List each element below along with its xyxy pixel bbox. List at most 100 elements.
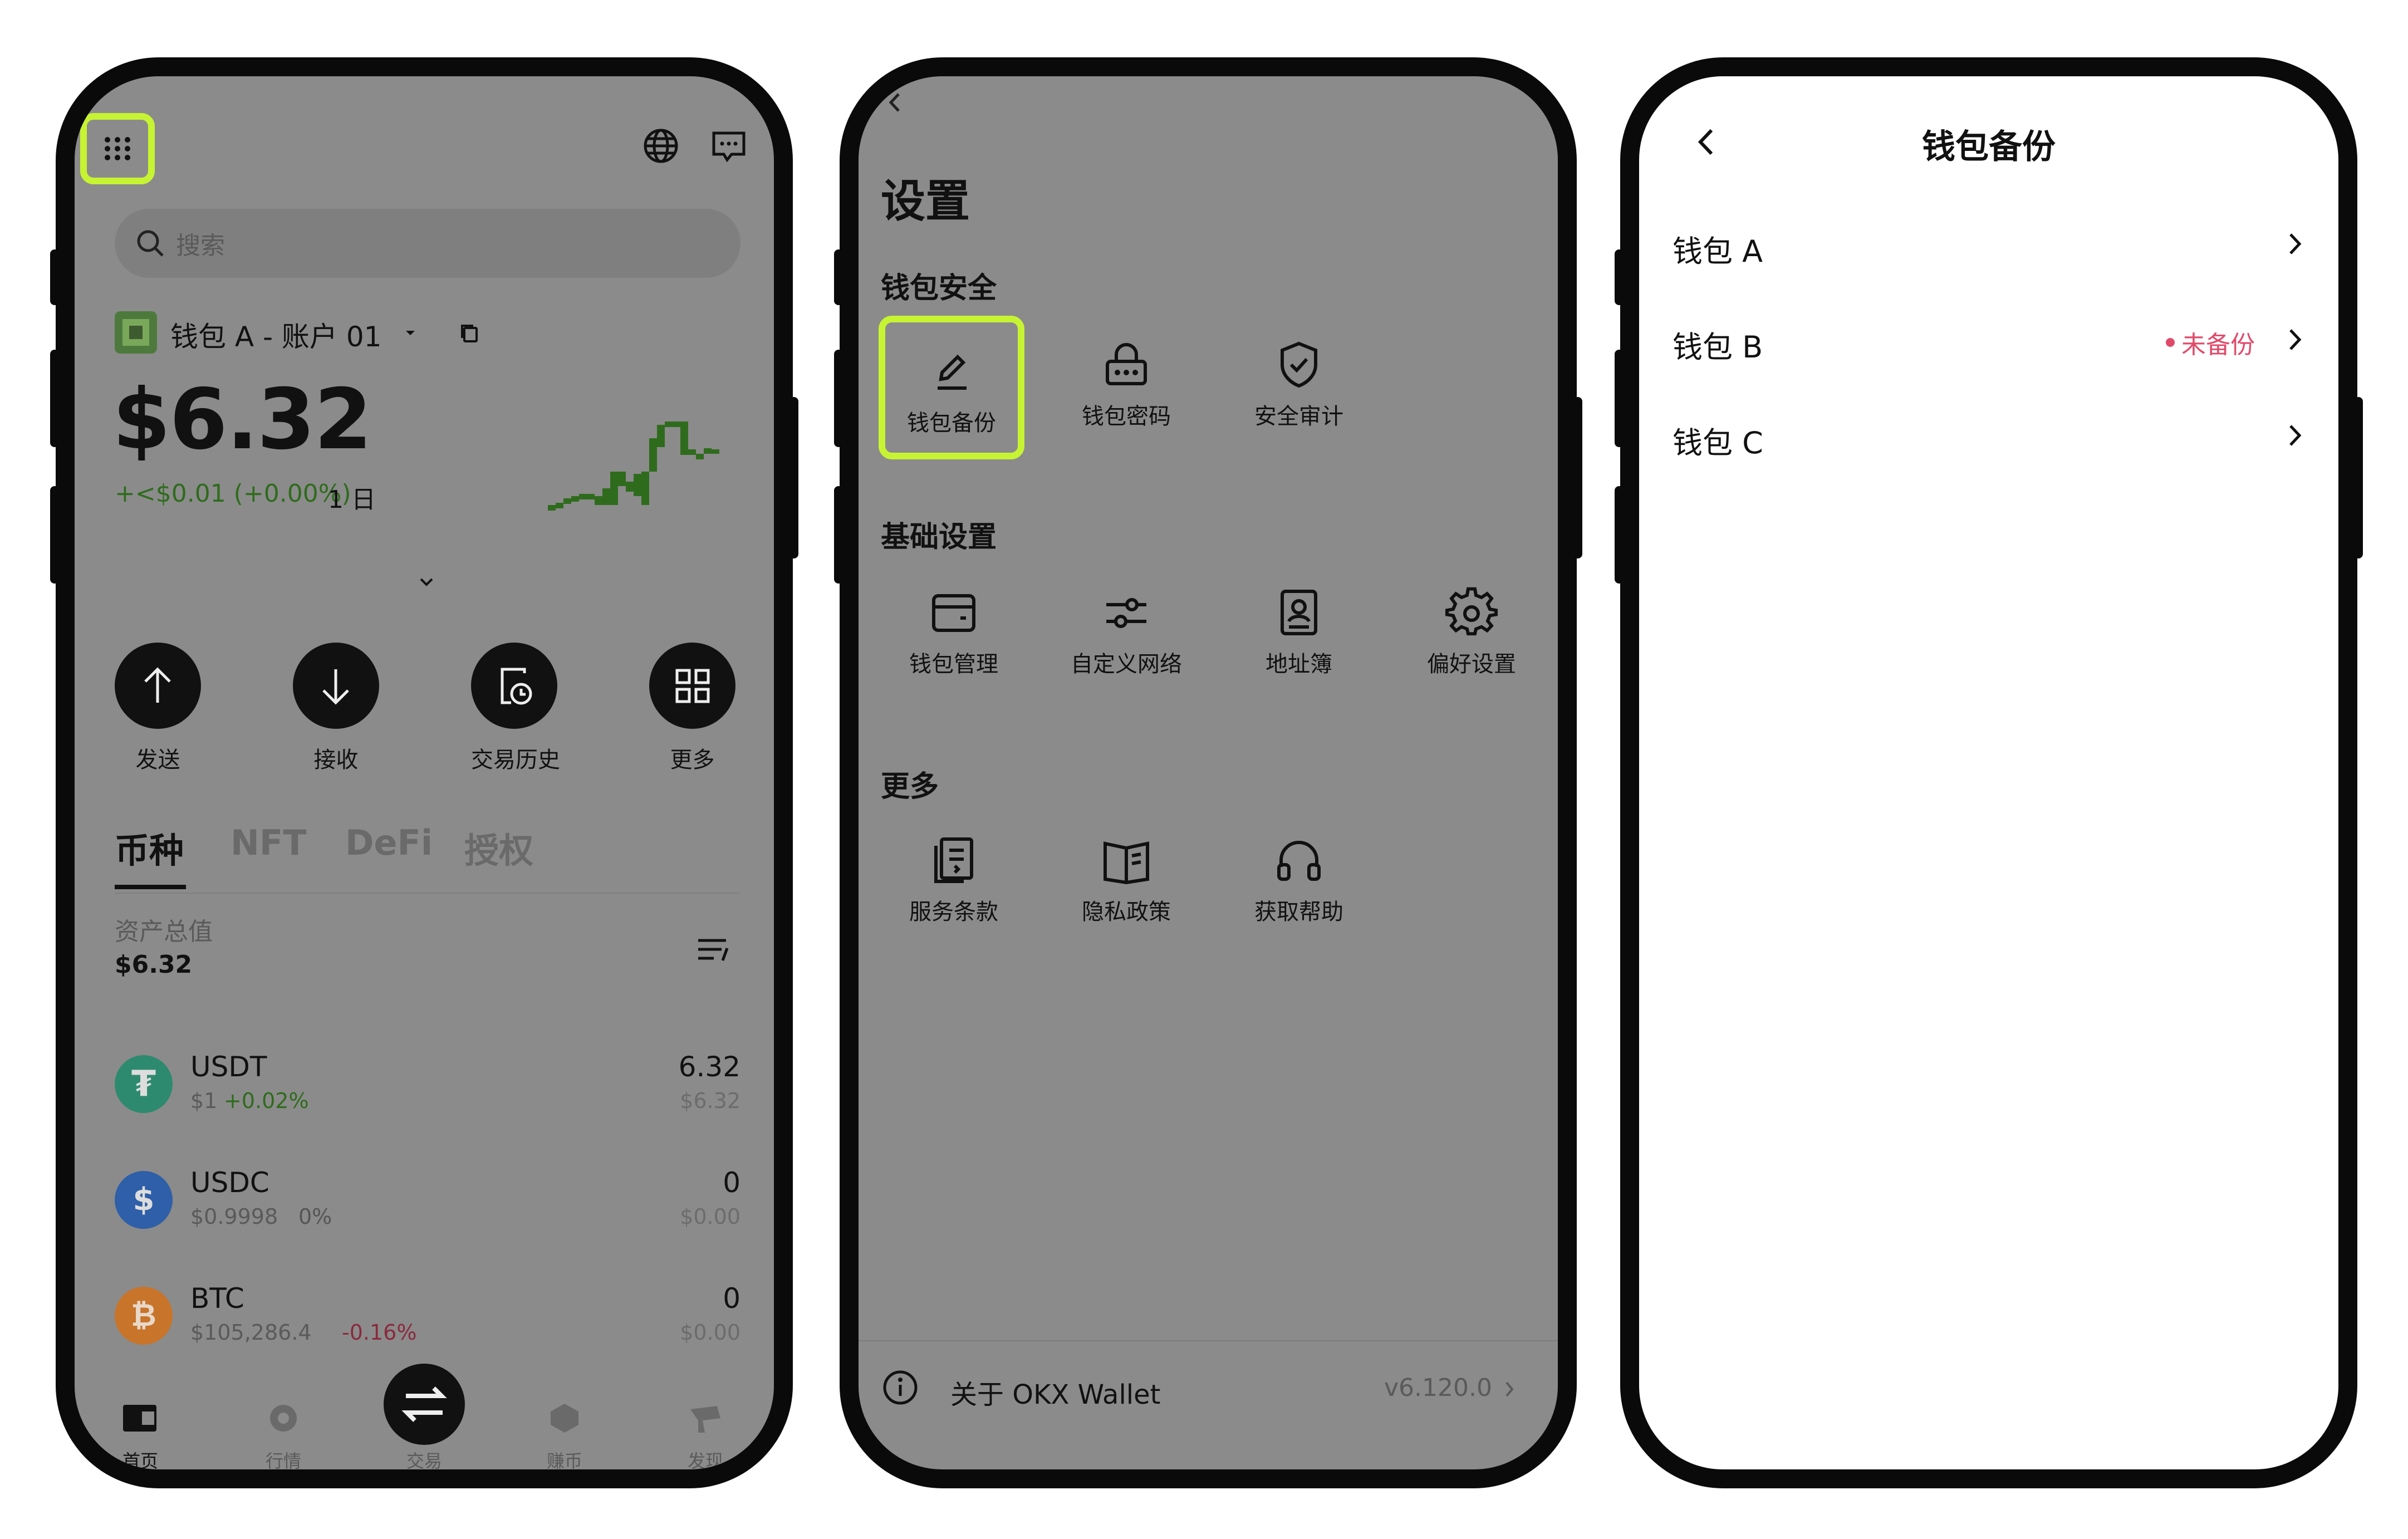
tab-tokens[interactable]: 币种: [115, 822, 184, 873]
tab-nft[interactable]: NFT: [230, 822, 307, 863]
gear-icon: [1445, 587, 1498, 636]
total-assets-label: 资产总值: [115, 918, 213, 946]
wallet-management-button[interactable]: 钱包管理: [881, 569, 1027, 703]
tab-defi[interactable]: DeFi: [345, 822, 433, 863]
token-row[interactable]: ₿ BTC $105,286.4 -0.16% 0 $0.00: [115, 1277, 740, 1355]
nav-earn[interactable]: 赚币: [545, 1447, 584, 1469]
copy-icon[interactable]: [458, 321, 482, 346]
book-icon: [1104, 841, 1149, 885]
action-label: 发送: [135, 747, 180, 773]
phone-wallet-home: 搜索 钱包 A - 账户 01 $6.32 +<$0.01 (+0.00%) 1…: [50, 57, 798, 1488]
side-button: [1615, 249, 1624, 305]
tab-approvals[interactable]: 授权: [464, 822, 533, 873]
market-icon[interactable]: [264, 1401, 303, 1435]
period-selector[interactable]: 1 日: [328, 479, 376, 515]
privacy-policy-button[interactable]: 隐私政策: [1053, 817, 1199, 950]
token-value: $6.32: [680, 1089, 740, 1113]
wallet-selector[interactable]: 钱包 A - 账户 01: [170, 315, 381, 355]
nav-market[interactable]: 行情: [264, 1447, 303, 1469]
token-amount: 0: [723, 1166, 740, 1199]
divider: [115, 893, 740, 894]
trade-button[interactable]: [384, 1364, 465, 1445]
wallet-name: 钱包 C: [1673, 425, 1763, 460]
wallet-home-icon[interactable]: [121, 1401, 160, 1435]
wallet-name: 钱包 A: [1673, 234, 1763, 269]
wallet-row[interactable]: 钱包 A: [1673, 210, 2307, 277]
arrow-down-icon: [322, 669, 349, 705]
settings-item-label: 获取帮助: [1254, 899, 1343, 925]
section-title: 更多: [881, 770, 939, 803]
wallet-row[interactable]: 钱包 B 未备份: [1673, 306, 2307, 373]
wallet-row[interactable]: 钱包 C: [1673, 401, 2307, 468]
settings-item-label: 安全审计: [1254, 404, 1343, 429]
token-change: 0%: [298, 1204, 332, 1229]
page-title: 钱包备份: [1922, 128, 2056, 166]
security-audit-button[interactable]: 安全审计: [1226, 321, 1372, 455]
about-row[interactable]: 关于 OKX Wallet v6.120.0: [859, 1351, 1558, 1424]
token-value: $0.00: [680, 1320, 740, 1345]
total-assets-value: $6.32: [115, 950, 193, 979]
preferences-button[interactable]: 偏好设置: [1399, 569, 1544, 703]
caret-down-icon[interactable]: [402, 325, 419, 341]
more-button[interactable]: [649, 643, 735, 729]
about-label: 关于 OKX Wallet: [950, 1379, 1161, 1410]
custom-network-button[interactable]: 自定义网络: [1053, 569, 1199, 703]
swap-arrows-icon: [401, 1386, 447, 1422]
warning-dot: [2166, 338, 2175, 347]
grid-icon: [675, 669, 710, 703]
terms-of-service-button[interactable]: 服务条款: [881, 817, 1027, 950]
side-button: [1573, 397, 1582, 558]
side-button: [1615, 350, 1624, 447]
side-button: [50, 350, 59, 447]
chevron-down-icon[interactable]: [415, 575, 438, 591]
token-price: $105,286.4: [190, 1320, 312, 1345]
sort-icon[interactable]: [694, 934, 733, 967]
side-button: [834, 486, 843, 584]
nav-home[interactable]: 首页: [121, 1447, 160, 1469]
earn-icon[interactable]: [545, 1401, 584, 1435]
wallet-backup-button[interactable]: 钱包备份: [879, 316, 1024, 459]
menu-button[interactable]: [80, 113, 155, 184]
token-amount: 0: [723, 1282, 740, 1315]
sliders-icon: [1106, 598, 1146, 628]
back-icon[interactable]: [881, 89, 909, 116]
wallet-backup-screen: 钱包备份 钱包 A 钱包 B 未备份 钱包 C: [1639, 76, 2338, 1469]
headset-icon: [1277, 841, 1321, 881]
search-bar[interactable]: 搜索: [115, 209, 740, 278]
side-button: [1615, 486, 1624, 584]
settings-item-label: 偏好设置: [1427, 651, 1516, 677]
message-icon[interactable]: [709, 126, 748, 165]
settings-item-label: 钱包管理: [909, 651, 998, 677]
total-balance: $6.32: [112, 371, 372, 468]
wallet-name: 钱包 B: [1673, 330, 1763, 365]
side-button: [834, 249, 843, 305]
settings-item-label: 自定义网络: [1071, 651, 1182, 677]
version-label: v6.120.0: [1384, 1374, 1492, 1402]
receive-button[interactable]: [293, 643, 379, 729]
token-row[interactable]: $ USDC $0.9998 0% 0 $0.00: [115, 1161, 740, 1239]
token-row[interactable]: ₮ USDT $1 +0.02% 6.32 $6.32: [115, 1045, 740, 1123]
send-button[interactable]: [115, 643, 201, 729]
settings-screen: 设置 钱包安全 钱包备份 钱包密码 安全审计 基础设置 钱包管理 自定义网络 地…: [859, 76, 1558, 1469]
settings-item-label: 服务条款: [909, 899, 998, 925]
token-price: $0.9998: [190, 1204, 278, 1229]
discover-icon[interactable]: [686, 1401, 725, 1435]
history-icon: [501, 668, 532, 705]
phone-settings: 设置 钱包安全 钱包备份 钱包密码 安全审计 基础设置 钱包管理 自定义网络 地…: [834, 57, 1582, 1488]
page-title: 设置: [881, 175, 970, 227]
get-help-button[interactable]: 获取帮助: [1226, 817, 1372, 950]
globe-icon[interactable]: [641, 126, 680, 165]
action-label: 接收: [313, 747, 359, 773]
wallet-password-button[interactable]: 钱包密码: [1053, 321, 1199, 455]
token-name: BTC: [190, 1282, 244, 1315]
usdc-icon: $: [115, 1171, 173, 1229]
nav-trade[interactable]: 交易: [405, 1447, 444, 1469]
token-value: $0.00: [680, 1204, 740, 1229]
history-button[interactable]: [471, 643, 557, 729]
nav-discover[interactable]: 发现: [686, 1447, 725, 1469]
token-name: USDT: [190, 1051, 267, 1083]
info-icon: [883, 1370, 918, 1405]
settings-item-label: 隐私政策: [1082, 899, 1171, 925]
address-book-button[interactable]: 地址簿: [1226, 569, 1372, 703]
pencil-icon: [938, 354, 967, 390]
